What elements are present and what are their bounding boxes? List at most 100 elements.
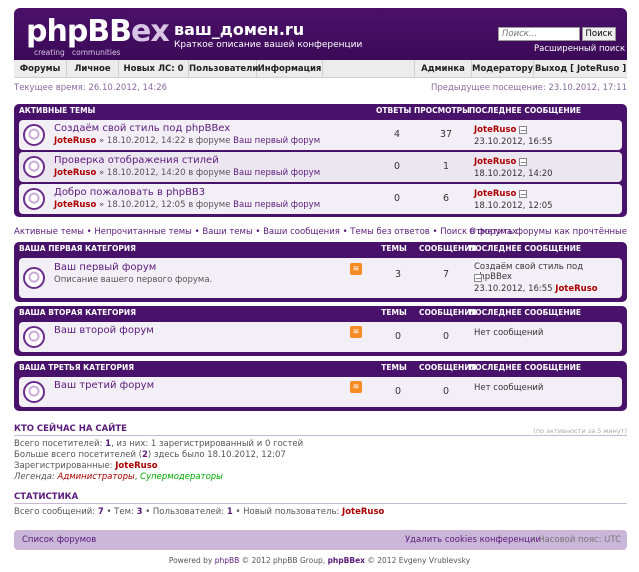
goto-last-post-icon[interactable] bbox=[519, 189, 528, 198]
nav-forums[interactable]: Форумы bbox=[14, 60, 67, 78]
forum-last-post-author[interactable]: JoteRuso bbox=[555, 284, 597, 294]
topic-forum-link[interactable]: Ваш первый форум bbox=[233, 168, 320, 178]
topic-title[interactable]: Создаём свой стиль под phpBBex bbox=[54, 123, 230, 134]
forum-topics-count: 0 bbox=[394, 331, 402, 342]
active-topics-block: Активные темы Ответы Просмотры Последнее… bbox=[14, 104, 627, 217]
col-replies: Ответы bbox=[376, 106, 412, 115]
topic-author[interactable]: JoteRuso bbox=[54, 168, 96, 178]
delete-cookies-link[interactable]: Удалить cookies конференции bbox=[405, 530, 541, 550]
copyright-mid: © 2012 phpBB Group, bbox=[239, 556, 328, 565]
col-posts: Сообщения bbox=[419, 308, 477, 317]
stats-users-label: • Пользователей: bbox=[142, 507, 227, 517]
topic-forum-link[interactable]: Ваш первый форум bbox=[233, 136, 320, 146]
nav-new-pm[interactable]: Новых ЛС: 0 bbox=[119, 60, 189, 78]
online-legend: Легенда: Администраторы, Супермодераторы bbox=[14, 472, 223, 482]
topic-meta: JoteRuso » 18.10.2012, 12:05 в форуме Ва… bbox=[54, 200, 320, 210]
phpbb-link[interactable]: phpBB bbox=[215, 556, 240, 565]
search-input[interactable] bbox=[498, 27, 580, 41]
topic-last-date: 23.10.2012, 16:55 bbox=[474, 137, 553, 147]
site-title[interactable]: ваш_домен.ru bbox=[174, 20, 304, 39]
search-button[interactable]: Поиск bbox=[582, 27, 616, 41]
forum-read-icon bbox=[23, 326, 45, 348]
copyright-prefix: Powered by bbox=[168, 556, 215, 565]
forum-title[interactable]: Ваш первый форум bbox=[54, 262, 156, 273]
last-post-author[interactable]: JoteRuso bbox=[474, 189, 516, 199]
forum-last-post-title[interactable]: Создаём свой стиль под phpBBex bbox=[474, 262, 622, 282]
site-logo[interactable]: phpBBex creating communities bbox=[26, 14, 170, 58]
topic-last-user: JoteRuso bbox=[474, 189, 528, 199]
logo-tagline-2: communities bbox=[72, 48, 121, 57]
online-registered: Зарегистрированные: JoteRuso bbox=[14, 461, 158, 471]
online-total: Всего посетителей: 1, из них: 1 зарегист… bbox=[14, 439, 303, 449]
topic-author[interactable]: JoteRuso bbox=[54, 136, 96, 146]
topic-last-user: JoteRuso bbox=[474, 157, 528, 167]
col-posts: Сообщения bbox=[419, 363, 477, 372]
topic-views: 6 bbox=[442, 193, 450, 204]
category-header[interactable]: Ваша третья категория bbox=[19, 361, 134, 375]
topic-meta-text: » 18.10.2012, 12:05 в форуме bbox=[96, 200, 234, 210]
stats-newest-label: • Новый пользователь: bbox=[232, 507, 343, 517]
category-header[interactable]: Ваша первая категория bbox=[19, 242, 136, 256]
forum-title[interactable]: Ваш второй форум bbox=[54, 325, 154, 336]
col-topics: Темы bbox=[381, 244, 407, 253]
category-block: Ваша вторая категория Темы Сообщения Пос… bbox=[14, 306, 627, 356]
forum-title[interactable]: Ваш третий форум bbox=[54, 380, 154, 391]
stats-newest-user-link[interactable]: JoteRuso bbox=[342, 507, 384, 517]
nav-admin[interactable]: Админка bbox=[414, 60, 472, 78]
goto-last-post-icon[interactable] bbox=[474, 273, 482, 282]
topic-title[interactable]: Добро пожаловать в phpBB3 bbox=[54, 187, 205, 198]
current-time: Текущее время: 26.10.2012, 14:26 bbox=[14, 83, 168, 93]
col-topics: Темы bbox=[381, 308, 407, 317]
forum-no-posts: Нет сообщений bbox=[474, 328, 544, 338]
forum-topics-count: 0 bbox=[394, 386, 402, 397]
registered-user-link[interactable]: JoteRuso bbox=[115, 461, 157, 471]
topic-row: Проверка отображения стилей JoteRuso » 1… bbox=[19, 152, 622, 182]
topic-title[interactable]: Проверка отображения стилей bbox=[54, 155, 219, 166]
rss-icon[interactable]: ≋ bbox=[350, 326, 362, 338]
online-record-detail: ) здесь было 18.10.2012, 12:07 bbox=[147, 450, 286, 460]
site-description: Краткое описание вашей конференции bbox=[174, 40, 363, 50]
topic-forum-link[interactable]: Ваш первый форум bbox=[233, 200, 320, 210]
col-last-post: Последнее сообщение bbox=[469, 308, 582, 317]
advanced-search-link[interactable]: Расширенный поиск bbox=[534, 44, 625, 54]
navbar: Форумы Личное Новых ЛС: 0 Пользователи И… bbox=[14, 60, 627, 78]
phpbbex-link[interactable]: phpBBex bbox=[328, 556, 365, 565]
nav-information[interactable]: Информация bbox=[257, 60, 323, 78]
footer-forum-index-link[interactable]: Список форумов bbox=[22, 530, 96, 550]
topic-author[interactable]: JoteRuso bbox=[54, 200, 96, 210]
mark-forums-read-link[interactable]: Отметить форумы как прочтённые bbox=[469, 227, 627, 237]
legend-mods-link[interactable]: Супермодераторы bbox=[140, 472, 223, 482]
forum-last-post-goto bbox=[474, 273, 482, 283]
logo-suffix: ex bbox=[131, 14, 170, 49]
topic-replies: 4 bbox=[393, 129, 401, 140]
stats-line: Всего сообщений: 7 • Тем: 3 • Пользовате… bbox=[14, 507, 384, 517]
stats-posts-label: Всего сообщений: bbox=[14, 507, 98, 517]
topic-meta-text: » 18.10.2012, 14:20 в форуме bbox=[96, 168, 234, 178]
registered-label: Зарегистрированные: bbox=[14, 461, 116, 471]
legend-admins-link[interactable]: Администраторы bbox=[58, 472, 135, 482]
topic-meta-text: » 18.10.2012, 14:22 в форуме bbox=[96, 136, 234, 146]
forum-topics-count: 3 bbox=[394, 269, 402, 280]
category-header[interactable]: Ваша вторая категория bbox=[19, 306, 136, 320]
col-posts: Сообщения bbox=[419, 244, 477, 253]
goto-last-post-icon[interactable] bbox=[519, 157, 528, 166]
stats-divider bbox=[14, 503, 627, 504]
goto-last-post-icon[interactable] bbox=[519, 125, 528, 134]
nav-moderator[interactable]: Модератору bbox=[472, 60, 534, 78]
forum-posts-count: 7 bbox=[442, 269, 450, 280]
online-record: Больше всего посетителей (2) здесь было … bbox=[14, 450, 286, 460]
last-post-author[interactable]: JoteRuso bbox=[474, 157, 516, 167]
nav-logout[interactable]: Выход [ JoteRuso ] bbox=[534, 60, 627, 78]
quick-links[interactable]: Активные темы • Непрочитанные темы • Ваш… bbox=[14, 227, 517, 237]
online-total-detail: , из них: 1 зарегистрированный и 0 госте… bbox=[111, 439, 304, 449]
rss-icon[interactable]: ≋ bbox=[350, 263, 362, 275]
topic-meta: JoteRuso » 18.10.2012, 14:20 в форуме Ва… bbox=[54, 168, 320, 178]
forum-row: Ваш второй форум ≋ 0 0 Нет сообщений bbox=[19, 322, 622, 352]
online-title[interactable]: Кто сейчас на сайте bbox=[14, 424, 127, 434]
online-divider bbox=[14, 435, 627, 436]
last-post-author[interactable]: JoteRuso bbox=[474, 125, 516, 135]
last-visit: Предыдущее посещение: 23.10.2012, 17:11 bbox=[430, 83, 627, 93]
rss-icon[interactable]: ≋ bbox=[350, 381, 362, 393]
nav-personal[interactable]: Личное bbox=[67, 60, 119, 78]
nav-users[interactable]: Пользователи bbox=[189, 60, 258, 78]
